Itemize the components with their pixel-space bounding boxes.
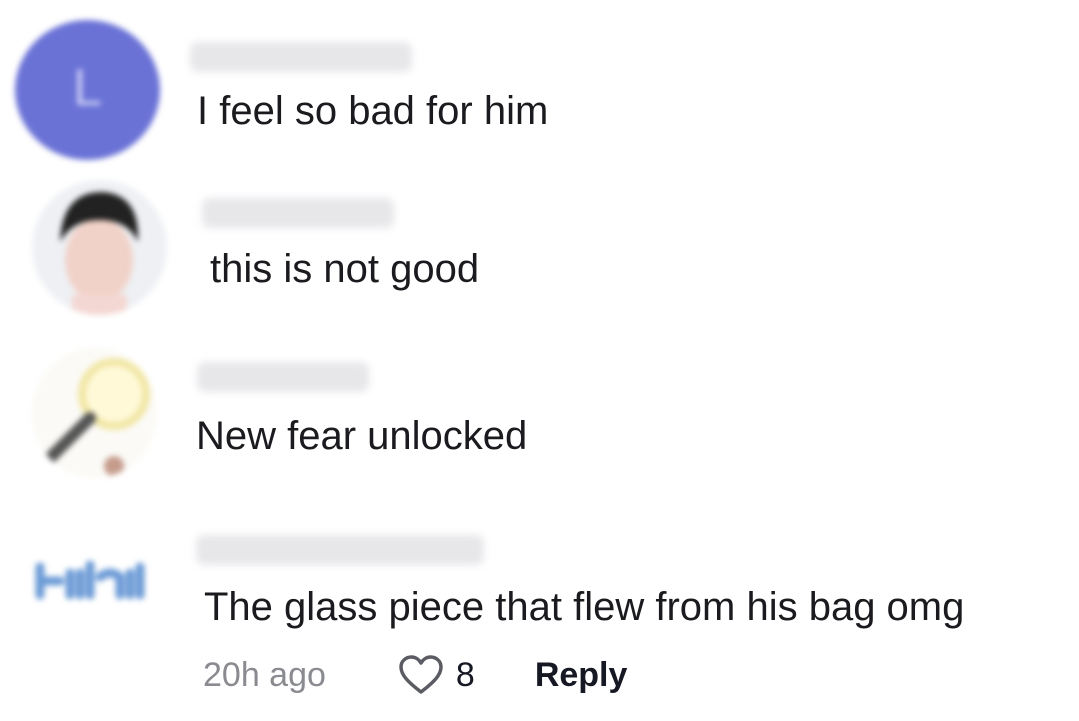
username-blurred[interactable] (196, 535, 484, 565)
blue-logo-icon[interactable] (30, 555, 160, 605)
avatar-letter: L (73, 59, 102, 117)
username-blurred[interactable] (197, 362, 369, 392)
like-button[interactable]: 8 (398, 654, 475, 696)
comment-timestamp: 20h ago (203, 655, 326, 694)
reply-button[interactable]: Reply (535, 656, 628, 695)
comment-text: New fear unlocked (196, 414, 528, 458)
comment-text: I feel so bad for him (197, 89, 549, 133)
comment-text: The glass piece that flew from his bag o… (204, 585, 965, 629)
magnifier-icon[interactable] (32, 348, 157, 478)
avatar[interactable]: L (15, 20, 160, 160)
comment-item: L I feel so bad for him (0, 0, 1079, 170)
comment-text: this is not good (210, 247, 480, 291)
person-photo-icon[interactable] (32, 180, 167, 315)
comment-item: New fear unlocked (0, 330, 1079, 500)
username-blurred[interactable] (202, 198, 394, 228)
comment-meta: 20h ago 8 Reply (203, 650, 627, 700)
like-count: 8 (455, 655, 475, 694)
username-blurred[interactable] (190, 42, 412, 72)
heart-icon (399, 655, 443, 694)
comment-item: this is not good (0, 170, 1079, 330)
